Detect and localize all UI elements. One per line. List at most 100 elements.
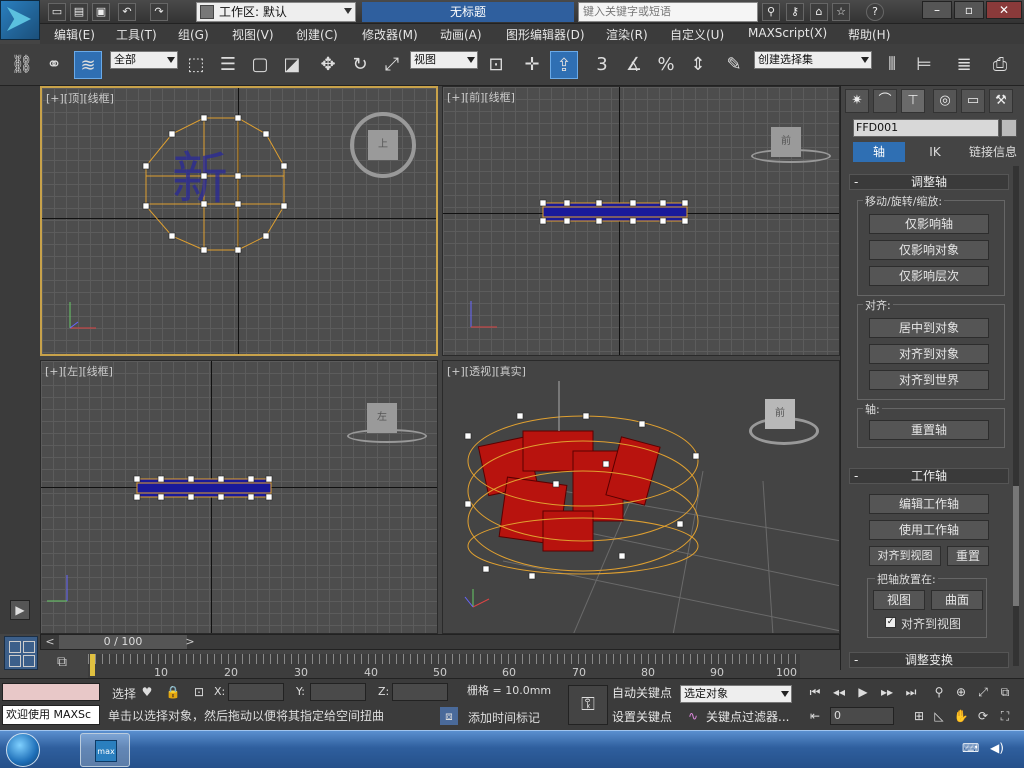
viewport-top[interactable]: [+][顶][线框] 新 上: [40, 86, 438, 356]
binoculars-icon[interactable]: ⚲: [762, 3, 780, 21]
mirror-icon[interactable]: ⫴: [878, 51, 906, 79]
viewport-left[interactable]: [+][左][线框] 左: [40, 360, 438, 634]
reference-coordinate-select[interactable]: 视图: [410, 51, 478, 69]
motion-tab-icon[interactable]: ◎: [933, 89, 957, 113]
rollout-adjust-transform[interactable]: - 调整变换: [849, 652, 1009, 668]
object-name-field[interactable]: FFD001: [853, 119, 999, 137]
render-setup-icon[interactable]: ⎙: [986, 51, 1014, 79]
track-bar[interactable]: 10 20 30 40 50 60 70 80 90 100: [88, 654, 800, 679]
select-object-icon[interactable]: ⬚: [182, 51, 210, 79]
use-working-pivot-button[interactable]: 使用工作轴: [869, 520, 989, 540]
selection-lock-icon[interactable]: 🔒: [164, 683, 182, 701]
go-to-start-icon[interactable]: ⏮: [806, 683, 824, 701]
viewport-front-label[interactable]: [+][前][线框]: [447, 89, 515, 105]
zoom-extents-all-icon[interactable]: ⧉: [996, 683, 1014, 701]
snap-toggle-icon[interactable]: 3: [588, 51, 616, 79]
select-manipulate-icon[interactable]: ✛: [518, 51, 546, 79]
close-button[interactable]: ✕: [986, 1, 1022, 19]
place-pivot-surface-button[interactable]: 曲面: [931, 590, 983, 610]
pan-icon[interactable]: ✋: [952, 707, 970, 725]
panel-scrollbar[interactable]: [1013, 166, 1019, 666]
time-slider-thumb[interactable]: 0 / 100: [59, 635, 187, 649]
menu-customize[interactable]: 自定义(U): [670, 26, 724, 43]
menu-rendering[interactable]: 渲染(R): [606, 26, 648, 43]
minimize-button[interactable]: –: [922, 1, 952, 19]
rotate-icon[interactable]: ↻: [346, 51, 374, 79]
time-slider[interactable]: < 0 / 100 >: [40, 634, 840, 650]
affect-hierarchy-only-button[interactable]: 仅影响层次: [869, 266, 989, 286]
maxscript-listener-white[interactable]: 欢迎使用 MAXSc: [2, 705, 100, 725]
center-to-object-button[interactable]: 居中到对象: [869, 318, 989, 338]
pivot-center-icon[interactable]: ⊡: [482, 51, 510, 79]
previous-frame-icon[interactable]: <: [43, 635, 57, 649]
help-icon[interactable]: ?: [866, 3, 884, 21]
y-coordinate-field[interactable]: [310, 683, 366, 701]
select-by-name-icon[interactable]: ☰: [214, 51, 242, 79]
viewcube[interactable]: 左: [367, 403, 397, 433]
speaker-icon[interactable]: ◀): [990, 741, 1004, 755]
align-to-view-button[interactable]: 对齐到视图: [869, 546, 941, 566]
viewport-front[interactable]: [+][前][线框] 前: [442, 86, 840, 356]
x-coordinate-field[interactable]: [228, 683, 284, 701]
field-of-view-icon[interactable]: ◺: [930, 707, 948, 725]
hierarchy-tab-icon[interactable]: ⊤: [901, 89, 925, 113]
spinner-snap-icon[interactable]: ⇕: [684, 51, 712, 79]
workspace-select[interactable]: 工作区: 默认: [196, 2, 356, 22]
tab-ik[interactable]: IK: [909, 142, 961, 162]
layer-manager-icon[interactable]: ≣: [950, 51, 978, 79]
zoom-extents-icon[interactable]: ⤢: [974, 683, 992, 701]
time-tag-icon[interactable]: ⧈: [440, 707, 458, 725]
angle-snap-icon[interactable]: ∡: [620, 51, 648, 79]
viewcube[interactable]: 前: [771, 127, 801, 157]
next-frame-icon[interactable]: >: [183, 635, 197, 649]
menu-views[interactable]: 视图(V): [232, 26, 274, 43]
search-input[interactable]: 键入关键字或短语: [578, 2, 758, 22]
new-file-icon[interactable]: ▭: [48, 3, 66, 21]
edit-working-pivot-button[interactable]: 编辑工作轴: [869, 494, 989, 514]
viewport-left-label[interactable]: [+][左][线框]: [45, 363, 113, 379]
auto-key-button[interactable]: 自动关键点: [612, 683, 672, 703]
set-key-button[interactable]: 设置关键点: [612, 707, 672, 727]
panel-scrollbar-thumb[interactable]: [1013, 486, 1019, 606]
align-icon[interactable]: ⊨: [910, 51, 938, 79]
reset-button[interactable]: 重置: [947, 546, 989, 566]
window-crossing-icon[interactable]: ◪: [278, 51, 306, 79]
current-frame-field[interactable]: 0: [830, 707, 894, 725]
link-icon[interactable]: ⛓: [8, 51, 36, 79]
viewport-top-label[interactable]: [+][顶][线框]: [46, 90, 114, 106]
rectangle-selection-icon[interactable]: ▢: [246, 51, 274, 79]
key-filters-button[interactable]: 关键点过滤器...: [706, 707, 789, 727]
menu-tools[interactable]: 工具(T): [116, 26, 157, 43]
maxscript-listener-pink[interactable]: [2, 683, 100, 701]
align-to-world-button[interactable]: 对齐到世界: [869, 370, 989, 390]
viewport-layout-icon[interactable]: [4, 636, 38, 670]
viewcube[interactable]: 前: [765, 399, 795, 429]
menu-help[interactable]: 帮助(H): [848, 26, 890, 43]
move-icon[interactable]: ✥: [314, 51, 342, 79]
menu-edit[interactable]: 编辑(E): [54, 26, 95, 43]
communication-center-icon[interactable]: ⌂: [810, 3, 828, 21]
affect-object-only-button[interactable]: 仅影响对象: [869, 240, 989, 260]
menu-group[interactable]: 组(G): [178, 26, 209, 43]
set-key-icon[interactable]: ⚿: [568, 685, 608, 725]
place-pivot-view-button[interactable]: 视图: [873, 590, 925, 610]
previous-key-icon[interactable]: ◂◂: [830, 683, 848, 701]
favorites-icon[interactable]: ☆: [832, 3, 850, 21]
reset-pivot-button[interactable]: 重置轴: [869, 420, 989, 440]
z-coordinate-field[interactable]: [392, 683, 448, 701]
maximize-viewport-icon[interactable]: ⛶: [996, 707, 1014, 725]
menu-maxscript[interactable]: MAXScript(X): [748, 26, 827, 40]
rollout-adjust-pivot[interactable]: - 调整轴: [849, 174, 1009, 190]
selection-filter-select[interactable]: 全部: [110, 51, 178, 69]
percent-snap-icon[interactable]: %: [652, 51, 680, 79]
menu-animation[interactable]: 动画(A): [440, 26, 482, 43]
keyboard-shortcut-override-icon[interactable]: ⇪: [550, 51, 578, 79]
undo-icon[interactable]: ↶: [118, 3, 136, 21]
zoom-all-icon[interactable]: ⊕: [952, 683, 970, 701]
open-file-icon[interactable]: ▤: [70, 3, 88, 21]
track-bar-icon[interactable]: ⧉: [48, 654, 76, 674]
orbit-icon[interactable]: ⟳: [974, 707, 992, 725]
object-color-swatch[interactable]: [1001, 119, 1017, 137]
modify-tab-icon[interactable]: ⌒: [873, 89, 897, 113]
current-time-marker[interactable]: [90, 654, 95, 676]
